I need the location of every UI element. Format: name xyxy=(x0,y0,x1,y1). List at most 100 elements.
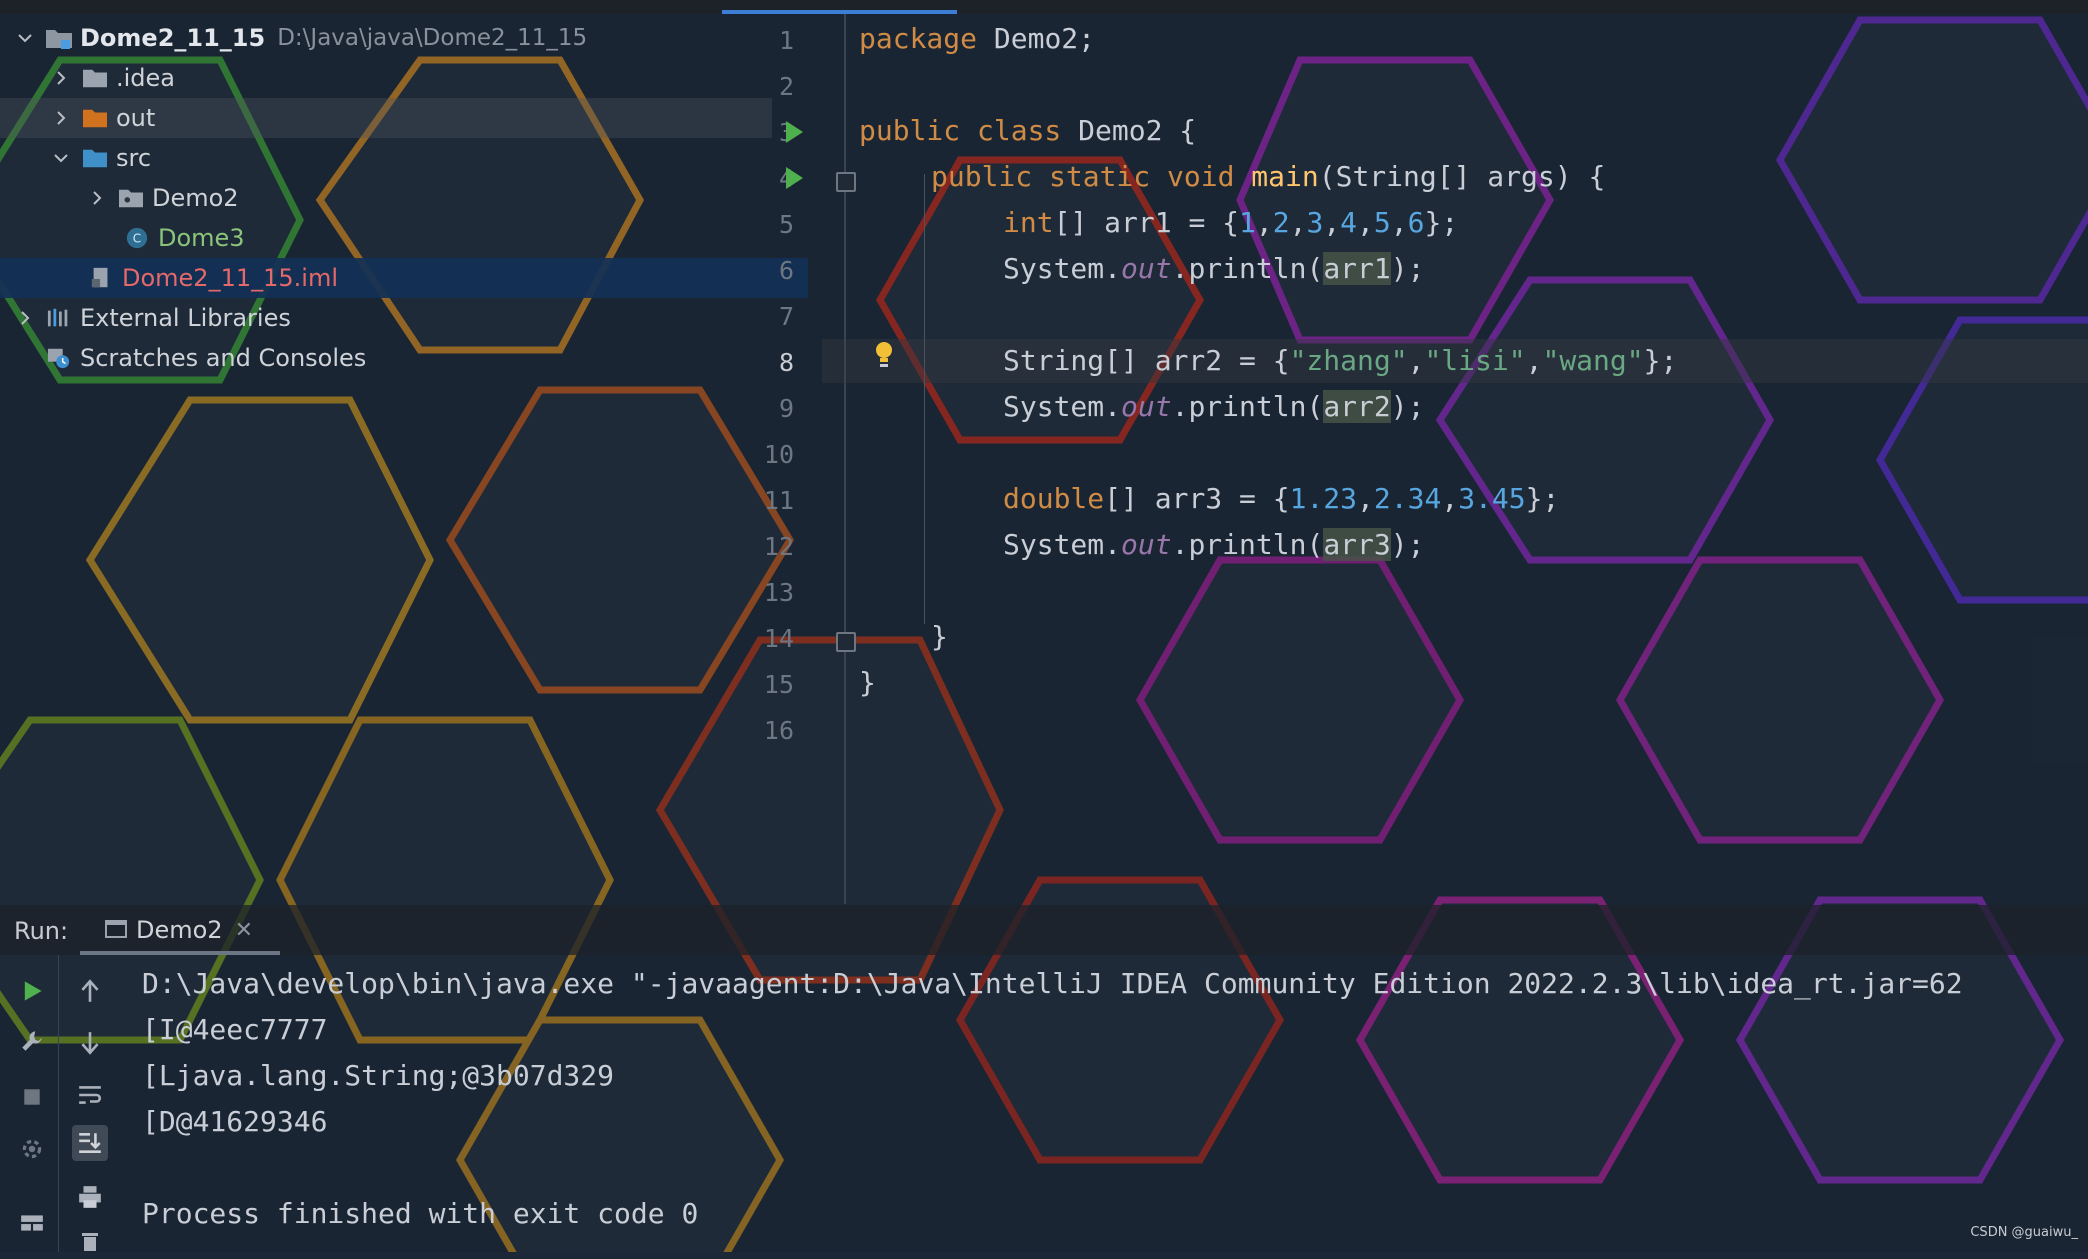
code-line-11: double[] arr3 = {1.23,2.34,3.45}; xyxy=(1003,482,1560,515)
code-line-9: System.out.println(arr2); xyxy=(1003,390,1424,423)
tree-item-external-libraries[interactable]: External Libraries xyxy=(0,298,736,338)
console-output-line: [Ljava.lang.String;@3b07d329 xyxy=(142,1059,615,1092)
run-class-icon[interactable] xyxy=(786,121,803,143)
code-text: ); xyxy=(1390,252,1425,285)
code-line-15: } xyxy=(859,666,876,699)
keyword: public class xyxy=(859,114,1062,147)
code-line-12: System.out.println(arr3); xyxy=(1003,528,1424,561)
fold-marker-icon[interactable] xyxy=(836,172,856,192)
run-tab-label: Demo2 xyxy=(136,916,223,944)
lightbulb-icon[interactable] xyxy=(874,340,894,374)
code-line-6: System.out.println(arr1); xyxy=(1003,252,1424,285)
line-number: 15 xyxy=(763,670,794,699)
chevron-down-icon[interactable] xyxy=(50,147,72,169)
chevron-right-icon[interactable] xyxy=(86,187,108,209)
chevron-right-icon[interactable] xyxy=(50,107,72,129)
run-toolbar-left xyxy=(4,955,56,1252)
project-tree-panel: Dome2_11_15 D:\Java\java\Dome2_11_15 .id… xyxy=(0,0,808,905)
print-icon[interactable] xyxy=(72,1179,108,1215)
class-icon: C xyxy=(122,225,152,251)
chevron-right-icon[interactable] xyxy=(50,67,72,89)
code-text: }; xyxy=(1643,344,1678,377)
code-text: .println( xyxy=(1171,390,1324,423)
number-literal: 5 xyxy=(1373,206,1391,239)
number-literal: 1.23 xyxy=(1289,482,1358,515)
code-editor[interactable]: 1 2 3 4 5 6 7 8 9 10 11 12 13 14 15 16 p… xyxy=(722,14,2088,904)
iml-file-icon xyxy=(86,265,116,291)
line-number: 10 xyxy=(763,440,794,469)
line-number: 13 xyxy=(763,578,794,607)
code-line-5: int[] arr1 = {1,2,3,4,5,6}; xyxy=(1003,206,1459,239)
tree-item-label: src xyxy=(116,144,152,172)
tree-item-label: .idea xyxy=(116,64,176,92)
code-line-8: String[] arr2 = {"zhang","lisi","wang"}; xyxy=(1003,344,1678,377)
number-literal: 2.34 xyxy=(1373,482,1442,515)
debug-settings-icon[interactable] xyxy=(14,1131,50,1167)
tree-item-label: Demo2 xyxy=(152,184,239,212)
run-panel-header: Run: Demo2 ✕ xyxy=(0,905,2088,955)
code-text: System. xyxy=(1003,390,1122,423)
package-icon xyxy=(116,185,146,211)
number-literal: 2 xyxy=(1272,206,1290,239)
chevron-right-icon[interactable] xyxy=(14,307,36,329)
toolbar-divider xyxy=(58,955,59,1252)
scroll-to-end-icon[interactable] xyxy=(72,1125,108,1161)
method-name: main xyxy=(1251,160,1319,193)
static-field: out xyxy=(1121,390,1172,423)
tree-item-idea[interactable]: .idea xyxy=(0,58,772,98)
code-text: [] arr3 = { xyxy=(1104,482,1290,515)
tree-item-demo2-package[interactable]: Demo2 xyxy=(0,178,808,218)
module-folder-icon xyxy=(44,25,74,51)
close-tab-icon[interactable]: ✕ xyxy=(235,918,253,943)
variable-usage: arr2 xyxy=(1323,390,1391,423)
wrench-icon[interactable] xyxy=(14,1023,50,1059)
arrow-down-icon[interactable] xyxy=(72,1025,108,1061)
stop-icon[interactable] xyxy=(14,1079,50,1115)
console-output-line: D:\Java\develop\bin\java.exe "-javaagent… xyxy=(142,967,1963,1000)
tree-root[interactable]: Dome2_11_15 D:\Java\java\Dome2_11_15 xyxy=(0,18,736,58)
tree-item-scratches[interactable]: Scratches and Consoles xyxy=(0,338,766,378)
run-main-icon[interactable] xyxy=(786,167,803,189)
tree-item-label: Dome3 xyxy=(158,224,245,252)
trash-icon[interactable] xyxy=(72,1223,108,1259)
code-text: [] arr1 = { xyxy=(1053,206,1240,239)
project-name: Dome2_11_15 xyxy=(80,24,266,52)
number-literal: 6 xyxy=(1407,206,1425,239)
code-text: Demo2; xyxy=(977,22,1096,55)
string-literal: "wang" xyxy=(1542,344,1644,377)
code-text: .println( xyxy=(1171,252,1324,285)
line-number-current: 8 xyxy=(778,348,794,377)
number-literal: 4 xyxy=(1340,206,1358,239)
tree-item-dome3-class[interactable]: C Dome3 xyxy=(0,218,844,258)
number-literal: 1 xyxy=(1239,206,1256,239)
library-icon xyxy=(44,305,74,331)
gutter-separator xyxy=(844,14,846,904)
string-literal: "lisi" xyxy=(1424,344,1526,377)
line-number: 12 xyxy=(763,532,794,561)
code-line-3: public class Demo2 { xyxy=(859,114,1196,147)
soft-wrap-icon[interactable] xyxy=(72,1077,108,1113)
keyword: int xyxy=(1003,206,1054,239)
arrow-up-icon[interactable] xyxy=(72,973,108,1009)
tree-item-iml-file[interactable]: Dome2_11_15.iml xyxy=(0,258,808,298)
scratches-icon xyxy=(44,345,74,371)
layout-icon[interactable] xyxy=(14,1205,50,1241)
svg-text:C: C xyxy=(133,232,141,246)
number-literal: 3.45 xyxy=(1458,482,1526,515)
variable-usage: arr1 xyxy=(1323,252,1391,285)
rerun-icon[interactable] xyxy=(14,973,50,1009)
line-number: 14 xyxy=(763,624,794,653)
line-number: 6 xyxy=(778,256,794,285)
console-output-line: Process finished with exit code 0 xyxy=(142,1197,699,1230)
tree-item-out[interactable]: out xyxy=(0,98,772,138)
fold-marker-icon[interactable] xyxy=(836,632,856,652)
chevron-down-icon[interactable] xyxy=(14,27,36,49)
line-number: 7 xyxy=(778,302,794,331)
line-number: 16 xyxy=(763,716,794,745)
variable-usage: arr3 xyxy=(1323,528,1391,561)
line-number: 2 xyxy=(778,72,794,101)
line-number: 3 xyxy=(778,118,794,147)
tree-item-src[interactable]: src xyxy=(0,138,772,178)
run-tab-demo2[interactable]: Demo2 ✕ xyxy=(104,905,304,955)
keyword: public static void xyxy=(931,160,1235,193)
